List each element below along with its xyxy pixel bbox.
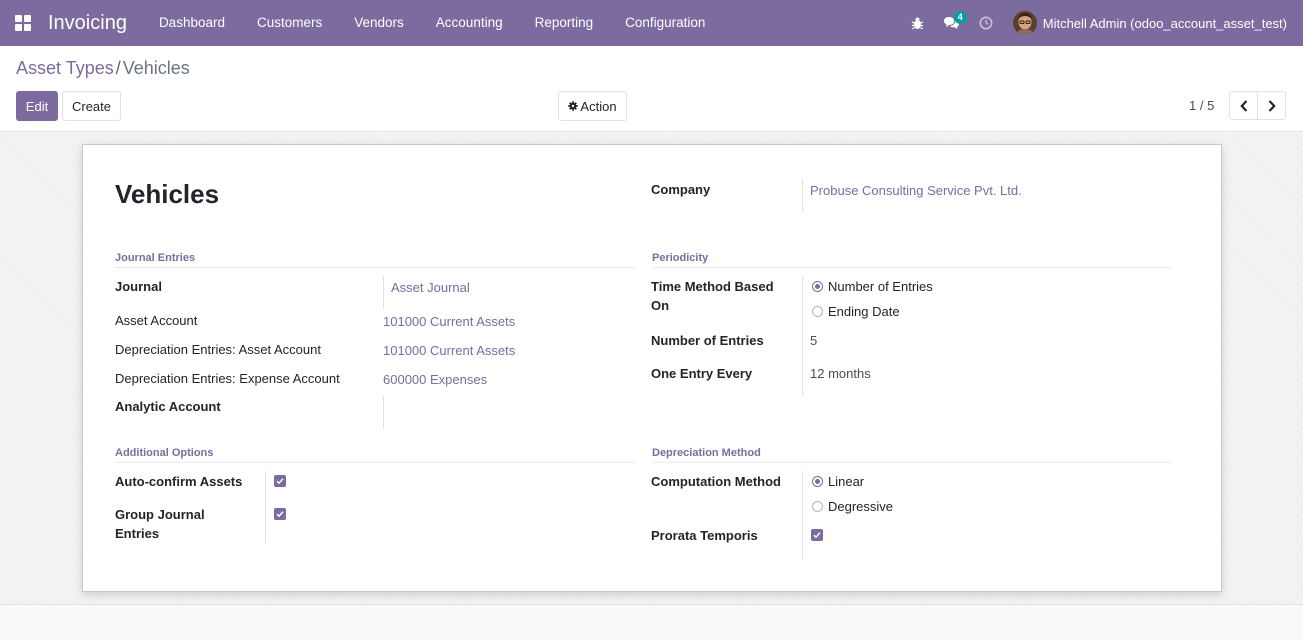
menu-reporting[interactable]: Reporting — [519, 0, 610, 46]
gear-icon — [568, 101, 579, 111]
field-divider — [383, 276, 384, 309]
pager-previous-button[interactable] — [1229, 91, 1258, 120]
record-name: Vehicles — [115, 179, 220, 209]
depreciation-expense-account-field[interactable]: 600000 Expenses — [383, 372, 487, 387]
field-divider — [802, 276, 803, 396]
top-navbar: Invoicing Dashboard Customers Vendors Ac… — [0, 0, 1303, 46]
asset-account-field[interactable]: 101000 Current Assets — [383, 314, 515, 329]
depreciation-asset-account-label: Depreciation Entries: Asset Account — [115, 342, 321, 357]
chevron-left-icon — [1239, 99, 1247, 112]
field-divider — [265, 471, 266, 543]
action-button-label: Action — [580, 98, 617, 114]
depreciation-asset-account-field[interactable]: 101000 Current Assets — [383, 343, 515, 358]
company-field[interactable]: Probuse Consulting Service Pvt. Ltd. — [810, 183, 1022, 198]
pager-value[interactable]: 1 / 5 — [1189, 98, 1214, 113]
number-of-entries-field[interactable]: 5 — [810, 333, 817, 348]
radio-number-of-entries-label[interactable]: Number of Entries — [828, 279, 933, 294]
pager-next-button[interactable] — [1257, 91, 1286, 120]
group-entries-checkbox[interactable] — [274, 508, 286, 520]
breadcrumb-asset-types[interactable]: Asset Types — [16, 58, 114, 78]
breadcrumb: Asset Types / Vehicles — [16, 58, 190, 79]
additional-options-separator — [115, 462, 635, 463]
checkmark-icon — [276, 478, 284, 485]
create-button[interactable]: Create — [62, 91, 121, 121]
depreciation-method-group-title: Depreciation Method — [652, 447, 761, 459]
one-entry-every-field[interactable]: 12 months — [810, 366, 871, 381]
group-entries-label-line2: Entries — [115, 526, 160, 541]
action-button[interactable]: Action — [558, 91, 627, 121]
breadcrumb-separator: / — [115, 58, 121, 78]
messages-badge: 4 — [953, 11, 967, 24]
app-name[interactable]: Invoicing — [48, 12, 127, 35]
asset-account-label: Asset Account — [115, 313, 198, 328]
checkmark-icon — [276, 511, 284, 518]
messages-chat-icon[interactable]: 4 — [935, 0, 969, 46]
radio-degressive-label[interactable]: Degressive — [828, 499, 893, 514]
menu-accounting[interactable]: Accounting — [420, 0, 519, 46]
prorata-temporis-checkbox[interactable] — [811, 529, 823, 541]
menu-configuration[interactable]: Configuration — [609, 0, 721, 46]
journal-field[interactable]: Asset Journal — [391, 280, 470, 295]
time-method-label-line2: On — [651, 298, 670, 313]
menu-vendors[interactable]: Vendors — [338, 0, 420, 46]
additional-options-group-title: Additional Options — [115, 447, 214, 459]
one-entry-every-label: One Entry Every — [651, 366, 753, 381]
computation-method-label: Computation Method — [651, 474, 781, 489]
radio-number-of-entries[interactable] — [812, 281, 823, 292]
user-name: Mitchell Admin (odoo_account_asset_test) — [1042, 15, 1287, 31]
journal-entries-separator — [115, 267, 635, 268]
auto-confirm-checkbox[interactable] — [274, 475, 286, 487]
edit-button[interactable]: Edit — [16, 91, 58, 121]
control-panel: Asset Types / Vehicles Edit Create Action … — [0, 46, 1303, 132]
page-footer — [0, 606, 1303, 640]
apps-menu-icon[interactable] — [0, 0, 46, 46]
radio-ending-date[interactable] — [812, 306, 823, 317]
depreciation-method-separator — [652, 462, 1172, 463]
form-sheet: Vehicles Company Probuse Consulting Serv… — [82, 144, 1222, 592]
menu-customers[interactable]: Customers — [241, 0, 338, 46]
company-label: Company — [651, 182, 711, 197]
radio-linear[interactable] — [812, 476, 823, 487]
time-method-label-line1: Time Method Based — [651, 279, 774, 294]
group-entries-label-line1: Group Journal — [115, 507, 205, 522]
periodicity-group-title: Periodicity — [652, 252, 709, 264]
journal-entries-group-title: Journal Entries — [115, 252, 196, 264]
number-of-entries-label: Number of Entries — [651, 333, 764, 348]
debug-bug-icon[interactable] — [901, 0, 935, 46]
breadcrumb-current: Vehicles — [122, 58, 190, 78]
analytic-account-label: Analytic Account — [115, 399, 221, 414]
prorata-temporis-label: Prorata Temporis — [651, 528, 758, 543]
analytic-account-field[interactable] — [383, 396, 384, 429]
radio-degressive[interactable] — [812, 501, 823, 512]
auto-confirm-label: Auto-confirm Assets — [115, 474, 243, 489]
chevron-right-icon — [1268, 99, 1276, 112]
checkmark-icon — [813, 532, 821, 539]
journal-label: Journal — [115, 279, 162, 294]
activity-clock-icon[interactable] — [969, 0, 1003, 46]
field-divider — [802, 179, 803, 212]
field-divider — [802, 471, 803, 559]
menu-dashboard[interactable]: Dashboard — [143, 0, 241, 46]
form-view-background: Vehicles Company Probuse Consulting Serv… — [0, 133, 1303, 605]
radio-ending-date-label[interactable]: Ending Date — [828, 304, 900, 319]
depreciation-expense-account-label: Depreciation Entries: Expense Account — [115, 371, 340, 386]
radio-linear-label[interactable]: Linear — [828, 474, 864, 489]
user-menu[interactable]: Mitchell Admin (odoo_account_asset_test) — [1012, 11, 1287, 35]
user-avatar — [1012, 11, 1037, 35]
periodicity-separator — [652, 267, 1172, 268]
